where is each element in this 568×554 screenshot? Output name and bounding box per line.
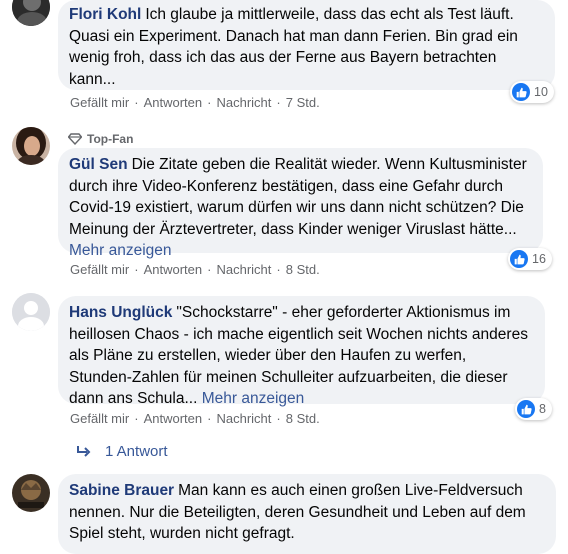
comment-bubble: Gül Sen Die Zitate geben die Realität wie… xyxy=(58,148,543,259)
comment-author[interactable]: Gül Sen xyxy=(69,156,128,173)
view-replies-link[interactable]: 1 Antwort xyxy=(76,443,168,460)
comment-bubble: Sabine Brauer Man kann es auch einen groß… xyxy=(58,474,556,554)
like-count: 10 xyxy=(534,85,548,99)
like-count: 8 xyxy=(539,402,546,416)
avatar[interactable] xyxy=(12,0,50,26)
reaction-count[interactable]: 8 xyxy=(515,398,552,420)
comment-actions: Gefällt mir · Antworten · Nachricht · 8 Std. xyxy=(70,411,320,426)
timestamp[interactable]: 8 Std. xyxy=(286,411,320,426)
reply-link[interactable]: Antworten xyxy=(144,262,203,277)
avatar[interactable] xyxy=(12,127,50,165)
timestamp[interactable]: 7 Std. xyxy=(286,95,320,110)
reply-arrow-icon xyxy=(77,445,91,457)
comment-actions: Gefällt mir · Antworten · Nachricht · 7 Std. xyxy=(70,95,320,110)
comment-bubble: Flori Kohl Ich glaube ja mittlerweile, da… xyxy=(58,0,555,90)
comment-body: Die Zitate geben die Realität wieder. We… xyxy=(69,156,527,238)
badge-label: Top-Fan xyxy=(87,132,134,146)
show-more-link[interactable]: Mehr anzeigen xyxy=(69,242,172,259)
comment-actions: Gefällt mir · Antworten · Nachricht · 8 Std. xyxy=(70,262,320,277)
show-more-link[interactable]: Mehr anzeigen xyxy=(202,390,305,407)
comment-bubble: Hans Unglück "Schockstarre" - eher geford… xyxy=(58,296,545,407)
like-link[interactable]: Gefällt mir xyxy=(70,411,129,426)
like-count: 16 xyxy=(532,252,546,266)
like-link[interactable]: Gefällt mir xyxy=(70,262,129,277)
comment-author[interactable]: Hans Unglück xyxy=(69,304,172,321)
reply-link[interactable]: Antworten xyxy=(144,95,203,110)
reply-link[interactable]: Antworten xyxy=(144,411,203,426)
avatar[interactable] xyxy=(12,293,50,331)
comment-text: Hans Unglück "Schockstarre" - eher geford… xyxy=(69,302,533,410)
like-icon xyxy=(510,250,528,268)
reaction-count[interactable]: 10 xyxy=(510,81,554,103)
message-link[interactable]: Nachricht xyxy=(216,262,271,277)
comment-text: Sabine Brauer Man kann es auch einen groß… xyxy=(69,480,544,545)
comment-text: Gül Sen Die Zitate geben die Realität wie… xyxy=(69,154,531,262)
reaction-count[interactable]: 16 xyxy=(508,248,552,270)
comment-author[interactable]: Sabine Brauer xyxy=(69,482,174,499)
diamond-icon xyxy=(68,133,82,145)
comment-author[interactable]: Flori Kohl xyxy=(69,6,141,23)
like-icon xyxy=(512,83,530,101)
avatar[interactable] xyxy=(12,474,50,512)
like-link[interactable]: Gefällt mir xyxy=(70,95,129,110)
top-fan-badge: Top-Fan xyxy=(68,132,133,146)
replies-count: 1 Antwort xyxy=(105,443,168,460)
timestamp[interactable]: 8 Std. xyxy=(286,262,320,277)
message-link[interactable]: Nachricht xyxy=(216,95,271,110)
comment-text: Flori Kohl Ich glaube ja mittlerweile, da… xyxy=(69,4,543,90)
message-link[interactable]: Nachricht xyxy=(216,411,271,426)
like-icon xyxy=(517,400,535,418)
